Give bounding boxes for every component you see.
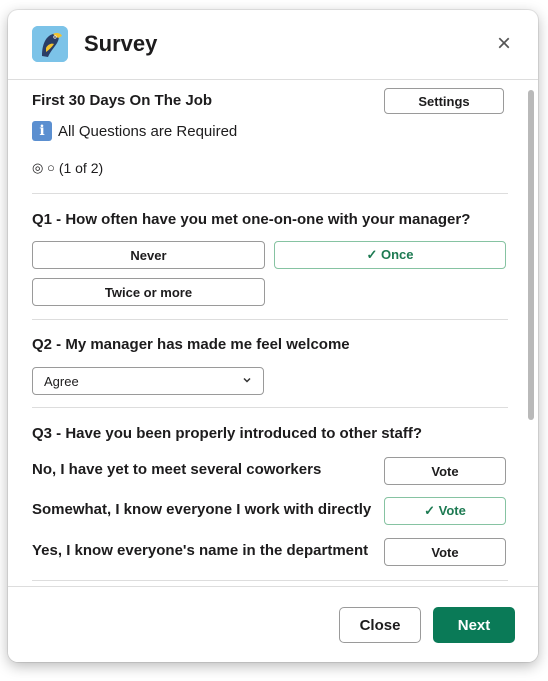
- q3-option-label: No, I have yet to meet several coworkers: [32, 461, 322, 478]
- scrollbar-thumb[interactable]: [528, 90, 534, 420]
- survey-name: First 30 Days On The Job: [32, 92, 213, 109]
- q1-option-never[interactable]: Never: [32, 241, 265, 269]
- info-icon: i: [32, 121, 52, 141]
- q3-option-label: Yes, I know everyone's name in the depar…: [32, 542, 369, 559]
- divider: [32, 193, 508, 194]
- info-text: All Questions are Required: [58, 122, 238, 140]
- q3-vote-button[interactable]: Vote: [384, 538, 506, 566]
- q3-title: Q3 - Have you been properly introduced t…: [32, 425, 423, 442]
- modal-footer: Close Next: [8, 586, 538, 662]
- chevron-down-icon: [243, 377, 251, 383]
- q3-vote-button[interactable]: Vote: [384, 457, 506, 485]
- next-button[interactable]: Next: [433, 607, 515, 643]
- q2-select-value: Agree: [44, 373, 79, 389]
- close-button[interactable]: Close: [339, 607, 421, 643]
- q3-option-label: Somewhat, I know everyone I work with di…: [32, 501, 372, 518]
- survey-modal: Survey × First 30 Days On The Job Settin…: [8, 10, 538, 662]
- q2-title: Q2 - My manager has made me feel welcome: [32, 336, 350, 353]
- progress-indicator: ◎ ○ (1 of 2): [32, 160, 103, 176]
- settings-button[interactable]: Settings: [384, 88, 504, 114]
- modal-title: Survey: [84, 31, 158, 56]
- bird-logo-icon: [32, 26, 68, 62]
- progress-text: (1 of 2): [58, 160, 104, 176]
- divider: [32, 319, 508, 320]
- progress-dots-icon: ◎ ○: [32, 160, 55, 175]
- q2-select[interactable]: Agree: [32, 367, 264, 395]
- q1-option-once[interactable]: ✓ Once: [274, 241, 506, 269]
- modal-body: First 30 Days On The Job Settings i All …: [8, 80, 538, 586]
- divider: [32, 580, 508, 581]
- q1-title: Q1 - How often have you met one-on-one w…: [32, 211, 471, 228]
- modal-header: Survey ×: [8, 10, 538, 80]
- q3-vote-button-selected[interactable]: ✓ Vote: [384, 497, 506, 525]
- divider: [32, 407, 508, 408]
- q1-option-twice[interactable]: Twice or more: [32, 278, 265, 306]
- info-row: i All Questions are Required: [32, 120, 237, 142]
- close-icon[interactable]: ×: [492, 32, 516, 56]
